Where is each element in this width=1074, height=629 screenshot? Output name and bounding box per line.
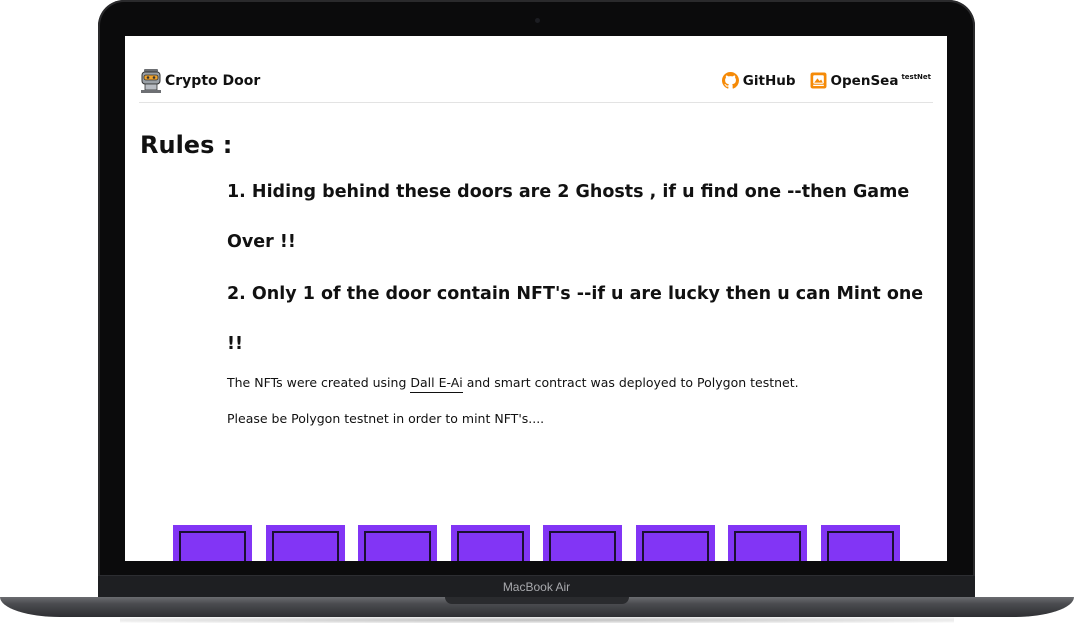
- door-frame: [179, 531, 246, 561]
- rule-one: 1. Hiding behind these doors are 2 Ghost…: [227, 182, 910, 252]
- nav-links: GitHub OpenSea testNet: [721, 72, 931, 89]
- door-frame: [272, 531, 339, 561]
- testnet-badge: testNet: [901, 72, 931, 81]
- github-link[interactable]: GitHub: [721, 72, 796, 89]
- description-text-start: The NFTs were created using: [227, 375, 411, 390]
- laptop-shadow: [120, 617, 954, 623]
- device-label: MacBook Air: [502, 580, 571, 594]
- door-1[interactable]: [173, 525, 252, 561]
- github-link-label: GitHub: [742, 72, 796, 89]
- door-2[interactable]: [266, 525, 345, 561]
- screen: Crypto Door GitHub OpenSea testNet Rules…: [125, 36, 947, 561]
- brand-name: Crypto Door: [165, 73, 261, 89]
- door-8[interactable]: [821, 525, 900, 561]
- door-frame: [549, 531, 616, 561]
- laptop-notch: [445, 597, 629, 604]
- description-network: Please be Polygon testnet in order to mi…: [227, 411, 545, 426]
- door-frame: [734, 531, 801, 561]
- door-6[interactable]: [636, 525, 715, 561]
- door-3[interactable]: [358, 525, 437, 561]
- description-text-end: and smart contract was deployed to Polyg…: [462, 375, 799, 390]
- github-icon: [721, 72, 739, 89]
- dall-e-link[interactable]: Dall E-Ai: [410, 375, 463, 393]
- robot-logo-icon: [141, 69, 161, 93]
- door-frame: [457, 531, 524, 561]
- opensea-link[interactable]: OpenSea testNet: [810, 72, 931, 89]
- opensea-link-label: OpenSea: [830, 72, 899, 89]
- door-frame: [827, 531, 894, 561]
- rule-two: 2. Only 1 of the door contain NFT's --if…: [227, 284, 924, 354]
- description-nft: The NFTs were created using Dall E-Ai an…: [227, 375, 799, 393]
- navbar: Crypto Door GitHub OpenSea testNet: [139, 66, 933, 103]
- door-4[interactable]: [451, 525, 530, 561]
- opensea-icon: [810, 72, 826, 89]
- brand[interactable]: Crypto Door: [139, 68, 260, 94]
- door-5[interactable]: [543, 525, 622, 561]
- door-frame: [642, 531, 709, 561]
- rules-title: Rules :: [140, 131, 233, 159]
- door-frame: [364, 531, 431, 561]
- camera: [535, 18, 540, 23]
- door-7[interactable]: [728, 525, 807, 561]
